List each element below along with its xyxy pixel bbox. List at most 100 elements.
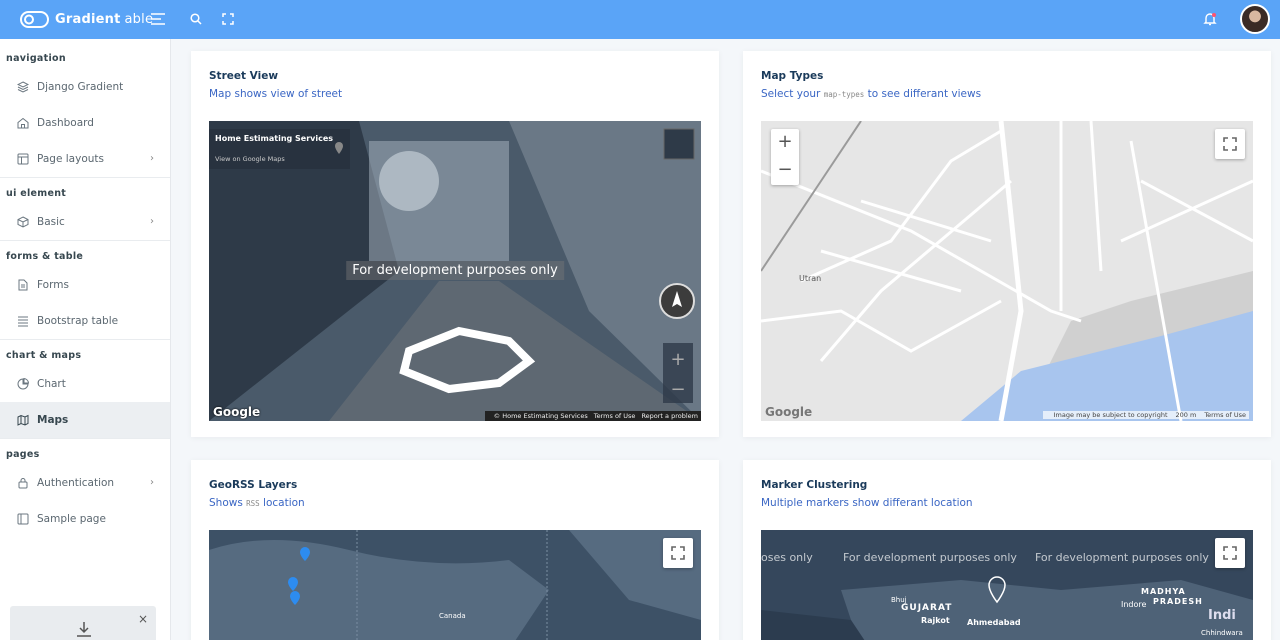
sidebar-promo-card: × — [10, 606, 156, 640]
sidebar-item-bootstrap-table[interactable]: Bootstrap table — [0, 303, 170, 339]
map-pin-icon — [335, 142, 343, 154]
attribution-copyright: © Home Estimating Services — [493, 412, 588, 420]
marker-clustering-map[interactable]: oses only For development purposes only … — [761, 530, 1253, 640]
bell-icon[interactable] — [1201, 10, 1219, 28]
sidebar-section-forms-table: forms & table Forms Bootstrap table — [0, 240, 170, 339]
card-title: Street View — [209, 70, 279, 82]
scale-label: 200 m — [1175, 411, 1197, 419]
avatar[interactable] — [1240, 4, 1270, 34]
place-label: Canada — [439, 612, 466, 620]
map-attribution: Image may be subject to copyright 200 m Te… — [1042, 411, 1249, 419]
fullscreen-icon — [1223, 546, 1237, 560]
card-title: GeoRSS Layers — [209, 479, 298, 491]
card-title: Marker Clustering — [761, 479, 868, 491]
sidebar-item-label: Authentication — [37, 477, 115, 489]
sidebar-section-navigation: navigation Django Gradient Dashboard Pag… — [0, 39, 170, 177]
street-view-map[interactable]: + − Home Estimating Services View on Goo… — [209, 121, 701, 421]
sidebar-section-pages: pages Authentication › Sample page — [0, 438, 170, 537]
section-title: ui element — [6, 188, 67, 199]
attribution-copyright: Image may be subject to copyright — [1053, 411, 1168, 419]
brand-logo-icon — [20, 11, 49, 28]
google-logo: Google — [765, 405, 813, 419]
street-info-title: Home Estimating Services — [215, 134, 334, 143]
place-label: Ahmedabad — [967, 618, 1021, 627]
map-fullscreen-button[interactable] — [1215, 129, 1245, 159]
sidebar-icon — [16, 513, 29, 526]
dev-purposes-message: oses only — [761, 551, 813, 564]
fullscreen-icon — [671, 546, 685, 560]
place-label: MADHYA — [1141, 587, 1186, 596]
section-title: navigation — [6, 53, 66, 64]
home-icon — [16, 117, 29, 130]
card-subtitle: Map shows view of street — [209, 88, 343, 100]
sidebar-item-dashboard[interactable]: Dashboard — [0, 105, 170, 141]
place-label: Indi — [1208, 608, 1236, 623]
chevron-right-icon: › — [150, 477, 154, 488]
place-label: GUJARAT — [901, 603, 953, 613]
map-types-map[interactable]: + − Utran Google Image may be subject to… — [761, 121, 1253, 421]
sidebar-item-maps[interactable]: Maps — [0, 402, 170, 438]
sidebar-item-basic[interactable]: Basic › — [0, 204, 170, 240]
fullscreen-icon[interactable] — [219, 10, 237, 28]
card-subtitle: Multiple markers show differant location — [761, 497, 973, 509]
georss-map[interactable]: Canada — [209, 530, 701, 640]
fullscreen-icon — [1223, 137, 1237, 151]
layout-icon — [16, 153, 29, 166]
report-problem-link[interactable]: Report a problem — [641, 412, 698, 420]
download-icon — [77, 622, 91, 637]
road-map — [761, 121, 1253, 421]
sidebar-item-label: Forms — [37, 279, 69, 291]
section-title: forms & table — [6, 251, 84, 262]
top-navbar: Gradient able — [0, 0, 1280, 39]
svg-text:−: − — [670, 379, 685, 400]
card-title: Map Types — [761, 70, 824, 82]
menu-icon[interactable] — [149, 10, 167, 28]
sidebar-item-label: Page layouts — [37, 153, 104, 165]
georss-card: GeoRSS Layers Shows RSS location Canada — [191, 460, 719, 640]
dev-purposes-message: For development purposes only — [843, 551, 1017, 564]
place-label: PRADESH — [1153, 597, 1203, 606]
sidebar-item-label: Dashboard — [37, 117, 94, 129]
search-icon[interactable] — [187, 10, 205, 28]
map-types-card: Map Types Select your map-types to see d… — [743, 51, 1271, 437]
street-info-box[interactable]: Home Estimating Services View on Google … — [209, 129, 350, 169]
sidebar-item-chart[interactable]: Chart — [0, 366, 170, 402]
layers-icon — [16, 81, 29, 94]
map-icon — [16, 414, 29, 427]
card-subtitle: Select your map-types to see differant v… — [761, 88, 982, 100]
sidebar-item-label: Sample page — [37, 513, 106, 525]
street-view-card: Street View Map shows view of street + −… — [191, 51, 719, 437]
sidebar-item-django-gradient[interactable]: Django Gradient — [0, 69, 170, 105]
close-icon[interactable]: × — [138, 612, 148, 626]
place-label: Rajkot — [921, 616, 950, 625]
map-attribution: © Home Estimating Services Terms of Use Re… — [484, 411, 701, 421]
sidebar-item-forms[interactable]: Forms — [0, 267, 170, 303]
zoom-in-button[interactable]: + — [771, 129, 799, 157]
sidebar-section-ui-element: ui element Basic › — [0, 177, 170, 240]
map-fullscreen-button[interactable] — [663, 538, 693, 568]
terms-link[interactable]: Terms of Use — [594, 412, 636, 420]
sidebar-item-label: Chart — [37, 378, 66, 390]
sidebar-item-label: Bootstrap table — [37, 315, 119, 327]
dev-purposes-message: For development purposes only — [1035, 551, 1209, 564]
lock-icon — [16, 477, 29, 490]
svg-text:+: + — [670, 349, 685, 370]
google-logo: Google — [213, 405, 261, 419]
section-title: chart & maps — [6, 350, 82, 361]
brand-name: Gradient able — [55, 12, 154, 27]
view-on-google-maps-link[interactable]: View on Google Maps — [215, 155, 285, 163]
zoom-control: + − — [771, 129, 799, 185]
sidebar-item-authentication[interactable]: Authentication › — [0, 465, 170, 501]
map-fullscreen-button[interactable] — [1215, 538, 1245, 568]
place-label: Utran — [799, 274, 822, 283]
zoom-out-button[interactable]: − — [771, 157, 799, 185]
sidebar-item-label: Django Gradient — [37, 81, 124, 93]
dev-purposes-message: For development purposes only — [346, 261, 564, 280]
terms-link[interactable]: Terms of Use — [1204, 411, 1246, 419]
dark-world-map — [209, 530, 701, 640]
brand[interactable]: Gradient able — [20, 11, 153, 28]
sidebar-item-page-layouts[interactable]: Page layouts › — [0, 141, 170, 177]
sidebar-item-sample-page[interactable]: Sample page — [0, 501, 170, 537]
chevron-right-icon: › — [150, 153, 154, 164]
file-text-icon — [16, 279, 29, 292]
